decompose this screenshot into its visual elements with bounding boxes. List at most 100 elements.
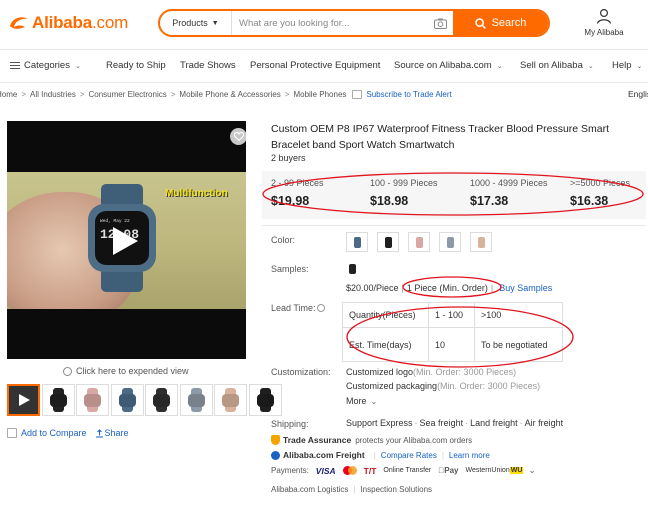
lead-time-cell: To be negotiated: [474, 327, 563, 362]
nav-sell[interactable]: Sell on Alibaba ⌄: [520, 60, 594, 71]
user-icon: [596, 8, 612, 24]
image-thumbnail[interactable]: [248, 384, 282, 416]
breadcrumb-item[interactable]: Home: [0, 90, 17, 99]
western-union-icon: WesternUnionWU: [465, 467, 524, 474]
sample-min-order: 1 Piece (Min. Order): [406, 283, 488, 293]
breadcrumb-item[interactable]: Mobile Phone & Accessories: [179, 90, 280, 99]
share-link[interactable]: Share: [95, 428, 129, 438]
nav-source[interactable]: Source on Alibaba.com ⌄: [394, 60, 503, 71]
chevron-down-icon: ▼: [211, 19, 219, 27]
price-tier: 100 - 999 Pieces $18.98: [370, 178, 438, 208]
heart-icon: [233, 132, 244, 141]
language-select[interactable]: English: [628, 89, 648, 99]
menu-icon: [10, 60, 20, 71]
share-icon: [95, 428, 103, 437]
zoom-icon: [63, 366, 72, 376]
shield-icon: [271, 435, 280, 445]
more-toggle[interactable]: More ⌄: [346, 396, 377, 406]
image-thumbnail[interactable]: [76, 384, 109, 416]
customization-item: Customized logo(Min. Order: 3000 Pieces): [346, 367, 517, 377]
search-category-select[interactable]: Products ▼: [160, 11, 232, 35]
top-header: Alibaba.com Products▼ Search My Alibaba: [0, 0, 648, 48]
product-title: Custom OEM P8 IP67 Waterproof Fitness Tr…: [271, 123, 610, 151]
video-overlay-text: Multifunction: [165, 188, 228, 199]
video-thumbnail[interactable]: [7, 384, 40, 416]
nav-categories[interactable]: Categories ⌄: [10, 60, 81, 71]
camera-icon[interactable]: [427, 11, 453, 35]
subscribe-trade-alert-link[interactable]: Subscribe to Trade Alert: [366, 90, 451, 99]
breadcrumb-item[interactable]: Consumer Electronics: [88, 90, 166, 99]
color-swatch[interactable]: [439, 232, 461, 252]
search-button[interactable]: Search: [453, 11, 548, 35]
lead-time-header-cell: Quantity(Pieces): [342, 302, 429, 328]
logo-text: Alibaba.com: [32, 13, 129, 32]
color-swatch[interactable]: [377, 232, 399, 252]
buyers-count: 2 buyers: [271, 153, 306, 163]
section-divider: [262, 225, 646, 226]
trade-assurance: Trade Assurance protects your Alibaba.com…: [271, 435, 472, 445]
payments-row: Payments: VISA T/T Online Transfer Pay …: [271, 465, 536, 476]
nav-help[interactable]: Help ⌄: [612, 60, 642, 71]
watch-thumb-image: [225, 388, 236, 412]
expand-view-link[interactable]: Click here to expended view: [63, 366, 189, 376]
alibaba-logo[interactable]: Alibaba.com: [8, 12, 128, 34]
compare-share-row: Add to Compare Share: [7, 428, 129, 438]
lead-time-header-cell: 1 - 100: [428, 302, 475, 328]
chevron-down-icon: ⌄: [496, 62, 503, 70]
chevron-down-icon: ⌄: [370, 397, 378, 406]
thumbnail-strip: [7, 384, 283, 416]
nav-ppe[interactable]: Personal Protective Equipment: [250, 60, 380, 71]
lead-time-label: Lead Time:: [271, 303, 325, 313]
buy-samples-link[interactable]: Buy Samples: [499, 283, 552, 293]
lead-time-table: Quantity(Pieces) 1 - 100 >100 Est. Time(…: [342, 302, 563, 362]
lead-time-header-cell: >100: [474, 302, 563, 328]
samples-label: Samples:: [271, 264, 309, 274]
compare-rates-link[interactable]: Compare Rates: [381, 451, 437, 460]
color-swatch[interactable]: [470, 232, 492, 252]
logistics-link[interactable]: Alibaba.com Logistics: [271, 485, 348, 494]
play-icon: [18, 394, 30, 406]
search-icon: [474, 17, 486, 29]
play-icon[interactable]: [111, 226, 139, 256]
logistics-row: Alibaba.com Logistics | Inspection Solutio…: [271, 485, 433, 494]
search-bar: Products▼ Search: [158, 9, 550, 37]
image-thumbnail[interactable]: [214, 384, 247, 416]
price-tiers: 2 - 99 Pieces $19.98 100 - 999 Pieces $1…: [262, 171, 646, 219]
compare-checkbox[interactable]: [7, 428, 17, 438]
search-input[interactable]: [232, 11, 427, 35]
add-to-compare-link[interactable]: Add to Compare: [21, 428, 87, 438]
watch-thumb-image: [87, 388, 98, 412]
chevron-down-icon: ⌄: [636, 62, 643, 70]
image-thumbnail[interactable]: [110, 384, 144, 416]
breadcrumb-item[interactable]: Mobile Phones: [293, 90, 346, 99]
color-swatches: [346, 232, 501, 252]
mastercard-icon: [342, 466, 357, 475]
inspection-link[interactable]: Inspection Solutions: [360, 485, 432, 494]
alibaba-logo-icon: [8, 12, 30, 34]
watch-thumb-image: [156, 388, 167, 412]
shipping-label: Shipping:: [271, 419, 309, 429]
learn-more-link[interactable]: Learn more: [449, 451, 490, 460]
chevron-down-icon: ⌄: [74, 62, 81, 70]
breadcrumb-item[interactable]: All Industries: [30, 90, 76, 99]
color-swatch[interactable]: [408, 232, 430, 252]
nav-trade-shows[interactable]: Trade Shows: [180, 60, 236, 71]
alert-icon: [352, 90, 363, 99]
favorite-button[interactable]: [230, 128, 246, 145]
tt-icon: T/T: [363, 465, 377, 476]
watch-thumb-image: [52, 388, 64, 412]
info-icon[interactable]: [316, 304, 325, 312]
customization-label: Customization:: [271, 367, 331, 377]
price-tier: 2 - 99 Pieces $19.98: [271, 178, 324, 208]
sample-info: $20.00/Piece | 1 Piece (Min. Order) | Buy Sa…: [346, 283, 553, 293]
chevron-down-icon[interactable]: ⌄: [528, 465, 536, 476]
shipping-options: Support Express · Sea freight · Land freight…: [346, 418, 564, 428]
color-swatch[interactable]: [346, 232, 368, 252]
image-thumbnail[interactable]: [41, 384, 75, 416]
sample-swatch[interactable]: [346, 263, 358, 275]
my-alibaba-link[interactable]: My Alibaba: [580, 8, 628, 37]
image-thumbnail[interactable]: [145, 384, 178, 416]
image-thumbnail[interactable]: [179, 384, 213, 416]
nav-ready-to-ship[interactable]: Ready to Ship: [106, 60, 166, 71]
visa-icon: VISA: [315, 465, 336, 476]
